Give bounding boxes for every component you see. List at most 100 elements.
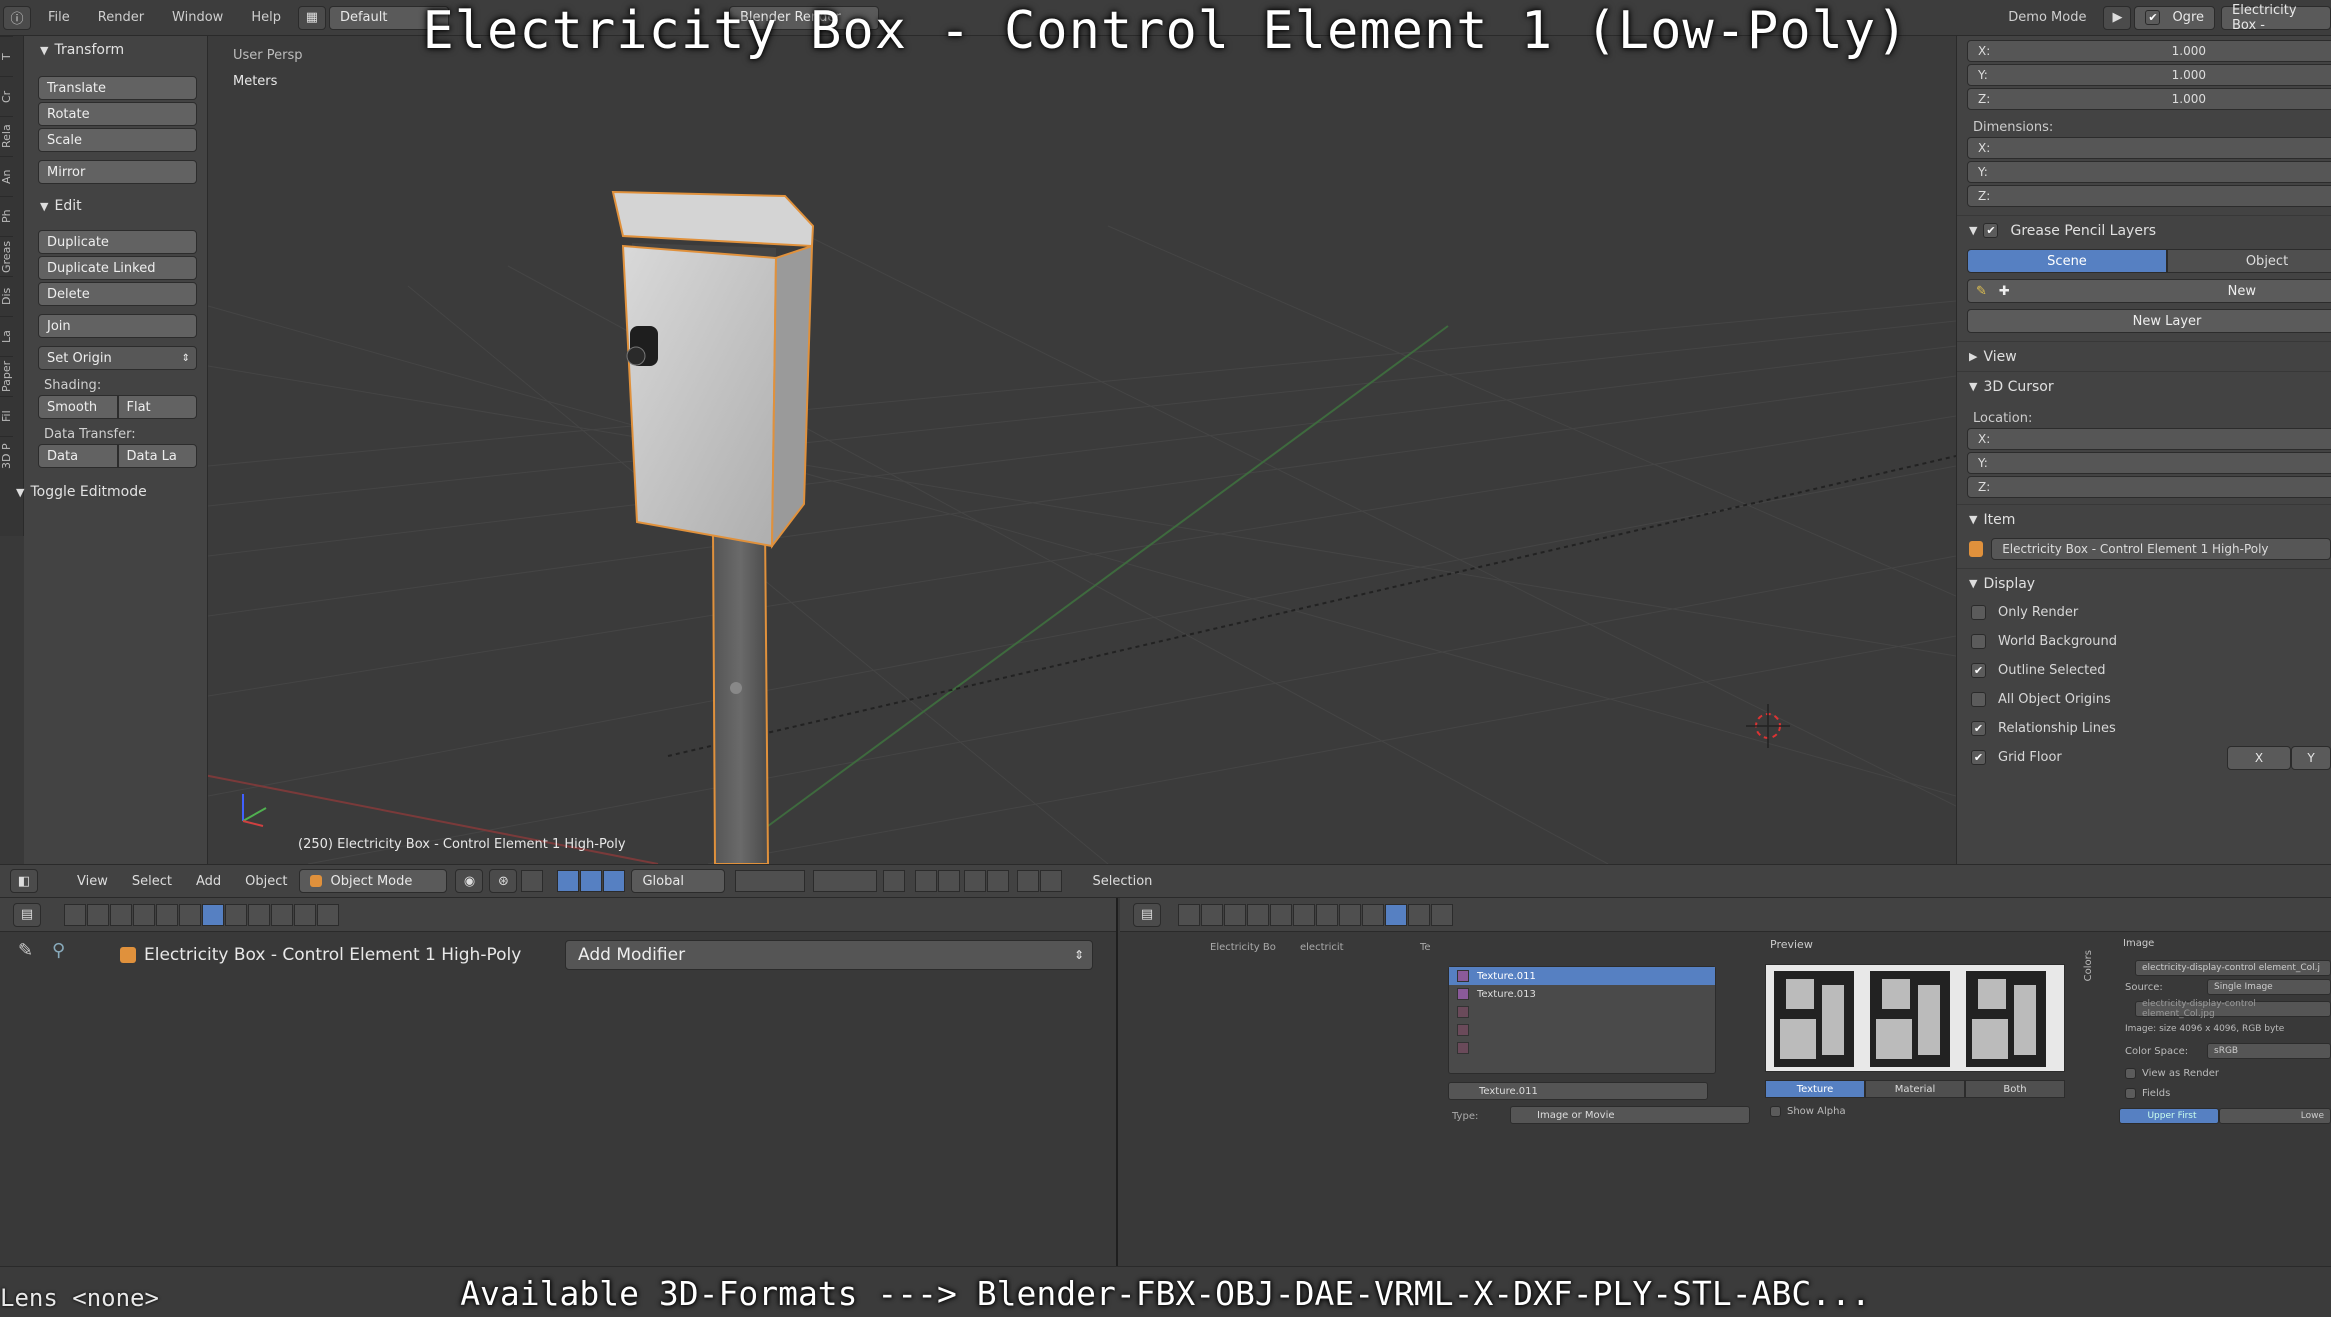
preview-panel-header[interactable]: Preview [1770,938,1813,951]
tab-animation[interactable]: An [0,156,13,196]
texture-context-icon[interactable] [1385,903,1407,926]
menu-view[interactable]: View [65,874,120,889]
grid-floor-checkbox[interactable]: ✔ [1971,750,1986,765]
tab-paper[interactable]: Paper [0,356,13,396]
tab-display[interactable]: Dis [0,276,13,316]
constraints-context-icon[interactable] [1293,903,1315,926]
scale-button[interactable]: Scale [38,128,197,152]
material-context-icon[interactable] [1362,903,1384,926]
grid-y-toggle[interactable]: Y [2291,745,2331,770]
snap-toggle-icon[interactable] [938,870,961,892]
rotate-manipulator-icon[interactable] [580,870,603,892]
viewport-shading-icon[interactable]: ◉ [455,869,484,893]
grease-pencil-checkbox[interactable]: ✔ [1983,223,1999,238]
flat-button[interactable]: Flat [117,395,197,419]
dimension-z-field[interactable]: Z: [1967,185,2331,207]
texture-type-dropdown[interactable]: Image or Movie [1510,1106,1750,1124]
transform-orientation-dropdown[interactable]: Global [631,869,726,893]
editor-type-icon[interactable]: ▤ [1133,902,1161,927]
opengl-render-icon[interactable] [1017,870,1040,892]
opengl-anim-icon[interactable] [1040,870,1063,892]
upper-first-button[interactable]: Upper First [2119,1108,2219,1124]
texture-slot-item[interactable]: Texture.011 [1449,967,1715,985]
texture-slot-empty[interactable] [1449,1039,1715,1057]
modifiers-context-icon[interactable] [1316,903,1338,926]
tab-scene[interactable]: Scene [1967,249,2167,273]
world-context-icon[interactable] [1247,903,1269,926]
preview-tab-texture[interactable]: Texture [1765,1080,1865,1098]
snap-element-icon[interactable] [964,870,987,892]
colors-tab[interactable]: Colors [2083,950,2094,981]
outline-selected-checkbox[interactable]: ✔ [1971,663,1986,678]
object-context-icon[interactable] [1270,903,1292,926]
fields-option[interactable]: Fields [2125,1088,2170,1099]
scene-layers-group-1[interactable] [735,870,806,892]
data-context-icon[interactable] [225,903,247,926]
manipulator-toggle-icon[interactable] [521,870,544,892]
texture-name-field[interactable]: Texture.011 [1448,1082,1708,1100]
all-object-origins-checkbox[interactable] [1971,692,1986,707]
smooth-button[interactable]: Smooth [38,395,118,419]
particles-context-icon[interactable] [294,903,316,926]
world-background-checkbox[interactable] [1971,634,1986,649]
pin-icon[interactable]: ✎ [18,940,33,961]
scene-layers-group-2[interactable] [813,870,878,892]
3d-viewport[interactable]: User Persp Meters (250) Electricity Box … [208,36,1956,864]
color-space-dropdown[interactable]: sRGB [2207,1043,2331,1059]
physics-context-icon[interactable] [1431,903,1453,926]
3d-cursor-icon[interactable] [1746,704,1790,748]
3d-cursor-panel-header[interactable]: ▼ 3D Cursor [1957,371,2331,401]
translate-manipulator-icon[interactable] [557,870,580,892]
menu-select[interactable]: Select [120,874,184,889]
view-panel-header[interactable]: ▶ View [1957,341,2331,371]
modifiers-context-icon[interactable] [202,903,224,926]
toggle-editmode-header[interactable]: ▼ Toggle Editmode [16,478,207,506]
lower-first-button[interactable]: Lowe [2219,1108,2331,1124]
scale-z-field[interactable]: Z: 1.000 [1967,88,2331,110]
new-layer-button[interactable]: New Layer [1967,309,2331,333]
image-datablock-field[interactable]: electricity-display-control element_Col.… [2135,960,2331,976]
texture-slot-item[interactable]: Texture.013 [1449,985,1715,1003]
texture-context-icon[interactable] [271,903,293,926]
editor-type-icon[interactable]: ◧ [10,869,38,893]
mirror-button[interactable]: Mirror [38,160,197,184]
view-as-render-option[interactable]: View as Render [2125,1068,2219,1079]
render-layers-context-icon[interactable] [87,903,109,926]
render-context-icon[interactable] [1178,903,1200,926]
show-alpha-checkbox[interactable] [1770,1106,1781,1117]
scene-context-icon[interactable] [110,903,132,926]
delete-button[interactable]: Delete [38,282,197,306]
only-render-option[interactable]: Only Render [1957,598,2331,627]
constraints-context-icon[interactable] [179,903,201,926]
lock-layers-icon[interactable] [883,870,906,892]
tab-layers[interactable]: La [0,316,13,356]
scale-y-field[interactable]: Y: 1.000 [1967,64,2331,86]
add-modifier-dropdown[interactable]: Add Modifier ⇕ [565,940,1093,970]
tab-object[interactable]: Object [2167,249,2331,273]
duplicate-button[interactable]: Duplicate [38,230,197,254]
cursor-y-field[interactable]: Y: [1967,452,2331,474]
dimension-x-field[interactable]: X: [1967,137,2331,159]
physics-context-icon[interactable] [317,903,339,926]
grid-floor-option[interactable]: ✔ Grid Floor X Y [1957,743,2331,772]
pivot-point-icon[interactable]: ⊛ [489,869,518,893]
world-context-icon[interactable] [133,903,155,926]
data-context-icon[interactable] [1339,903,1361,926]
preview-tab-material[interactable]: Material [1865,1080,1965,1098]
world-background-option[interactable]: World Background [1957,627,2331,656]
grease-pencil-panel-header[interactable]: ▼ ✔ Grease Pencil Layers [1957,215,2331,245]
relationship-lines-option[interactable]: ✔ Relationship Lines [1957,714,2331,743]
tab-physics[interactable]: Ph [0,196,13,236]
interaction-mode-dropdown[interactable]: Object Mode [299,869,448,893]
menu-object[interactable]: Object [233,874,299,889]
tab-fil[interactable]: Fil [0,396,13,436]
proportional-edit-icon[interactable] [915,870,938,892]
particles-context-icon[interactable] [1408,903,1430,926]
fields-checkbox[interactable] [2125,1088,2136,1099]
render-context-icon[interactable] [64,903,86,926]
tab-relations[interactable]: Rela [0,116,13,156]
material-context-icon[interactable] [248,903,270,926]
object-context-icon[interactable] [156,903,178,926]
add-icon[interactable]: ✚ [1999,284,2010,299]
join-button[interactable]: Join [38,314,197,338]
